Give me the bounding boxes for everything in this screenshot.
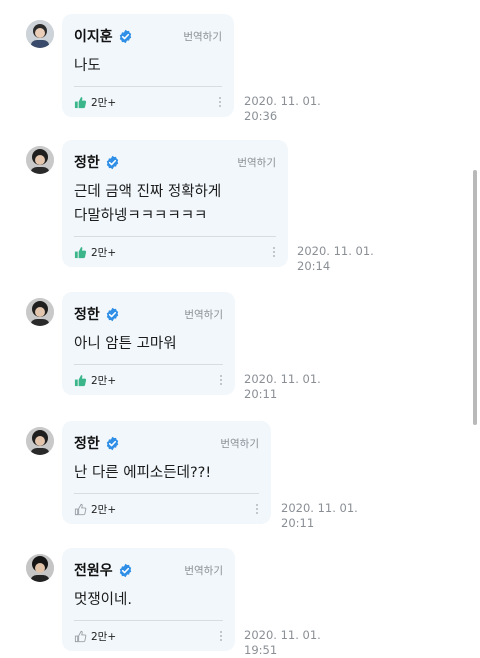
timestamp: 2020. 11. 01. 20:36 [244, 94, 321, 124]
message-text: 멋쟁이네. [74, 592, 132, 608]
more-vertical-icon[interactable] [218, 96, 222, 108]
more-vertical-icon[interactable] [255, 503, 259, 515]
avatar[interactable] [26, 554, 54, 582]
more-vertical-icon[interactable] [219, 630, 223, 642]
more-vertical-icon[interactable] [272, 246, 276, 258]
translate-button[interactable]: 번역하기 [184, 307, 223, 322]
translate-button[interactable]: 번역하기 [220, 436, 259, 451]
avatar[interactable] [26, 146, 54, 174]
sender-name[interactable]: 이지훈 [74, 26, 113, 46]
verified-badge-icon [119, 563, 131, 577]
timestamp-time: 20:11 [281, 516, 315, 530]
timestamp-date: 2020. 11. 01. [244, 94, 321, 108]
message-text: 아니 암튼 고마워 [74, 336, 177, 352]
thumbs-up-icon[interactable] [74, 630, 87, 643]
verified-badge-icon [106, 436, 118, 450]
timestamp-date: 2020. 11. 01. [244, 372, 321, 386]
like-count: 2만+ [91, 374, 117, 387]
like-count: 2만+ [91, 503, 117, 516]
avatar[interactable] [26, 427, 54, 455]
message-bubble: 정한 번역하기 난 다른 에피소든데??! 2만+ [62, 421, 271, 524]
thumbs-up-icon[interactable] [74, 374, 87, 387]
timestamp-time: 20:14 [297, 259, 331, 273]
message-thread: 이지훈 번역하기 나도 2만+ 2020. 11. 01. 20:36 정한 번… [0, 0, 480, 657]
avatar[interactable] [26, 298, 54, 326]
sender-name[interactable]: 정한 [74, 304, 100, 324]
timestamp-date: 2020. 11. 01. [244, 628, 321, 642]
timestamp: 2020. 11. 01. 20:14 [297, 244, 374, 274]
message-text: 근데 금액 진짜 정확하게 다말하넹ㅋㅋㅋㅋㅋㅋ [74, 184, 222, 224]
verified-badge-icon [119, 29, 131, 43]
timestamp-date: 2020. 11. 01. [297, 244, 374, 258]
timestamp-date: 2020. 11. 01. [281, 501, 358, 515]
message-bubble: 정한 번역하기 아니 암튼 고마워 2만+ [62, 292, 235, 395]
message-bubble: 전원우 번역하기 멋쟁이네. 2만+ [62, 548, 235, 651]
message-text: 난 다른 에피소든데??! [74, 465, 212, 481]
verified-badge-icon [106, 307, 118, 321]
message-bubble: 이지훈 번역하기 나도 2만+ [62, 14, 234, 117]
more-vertical-icon[interactable] [219, 374, 223, 386]
thumbs-up-icon[interactable] [74, 503, 87, 516]
message-bubble: 정한 번역하기 근데 금액 진짜 정확하게 다말하넹ㅋㅋㅋㅋㅋㅋ 2만+ [62, 140, 288, 267]
sender-name[interactable]: 정한 [74, 433, 100, 453]
translate-button[interactable]: 번역하기 [237, 155, 276, 170]
message-text: 나도 [74, 58, 101, 74]
like-count: 2만+ [91, 96, 117, 109]
sender-name[interactable]: 정한 [74, 152, 100, 172]
thumbs-up-icon[interactable] [74, 96, 87, 109]
timestamp: 2020. 11. 01. 19:51 [244, 628, 321, 658]
thumbs-up-icon[interactable] [74, 246, 87, 259]
verified-badge-icon [106, 155, 118, 169]
timestamp-time: 20:36 [244, 109, 278, 123]
translate-button[interactable]: 번역하기 [184, 563, 223, 578]
like-count: 2만+ [91, 246, 117, 259]
timestamp-time: 19:51 [244, 643, 278, 657]
like-count: 2만+ [91, 630, 117, 643]
sender-name[interactable]: 전원우 [74, 560, 113, 580]
avatar[interactable] [26, 20, 54, 48]
timestamp: 2020. 11. 01. 20:11 [244, 372, 321, 402]
timestamp: 2020. 11. 01. 20:11 [281, 501, 358, 531]
scrollbar-thumb[interactable] [473, 170, 477, 425]
timestamp-time: 20:11 [244, 387, 278, 401]
translate-button[interactable]: 번역하기 [183, 29, 222, 44]
